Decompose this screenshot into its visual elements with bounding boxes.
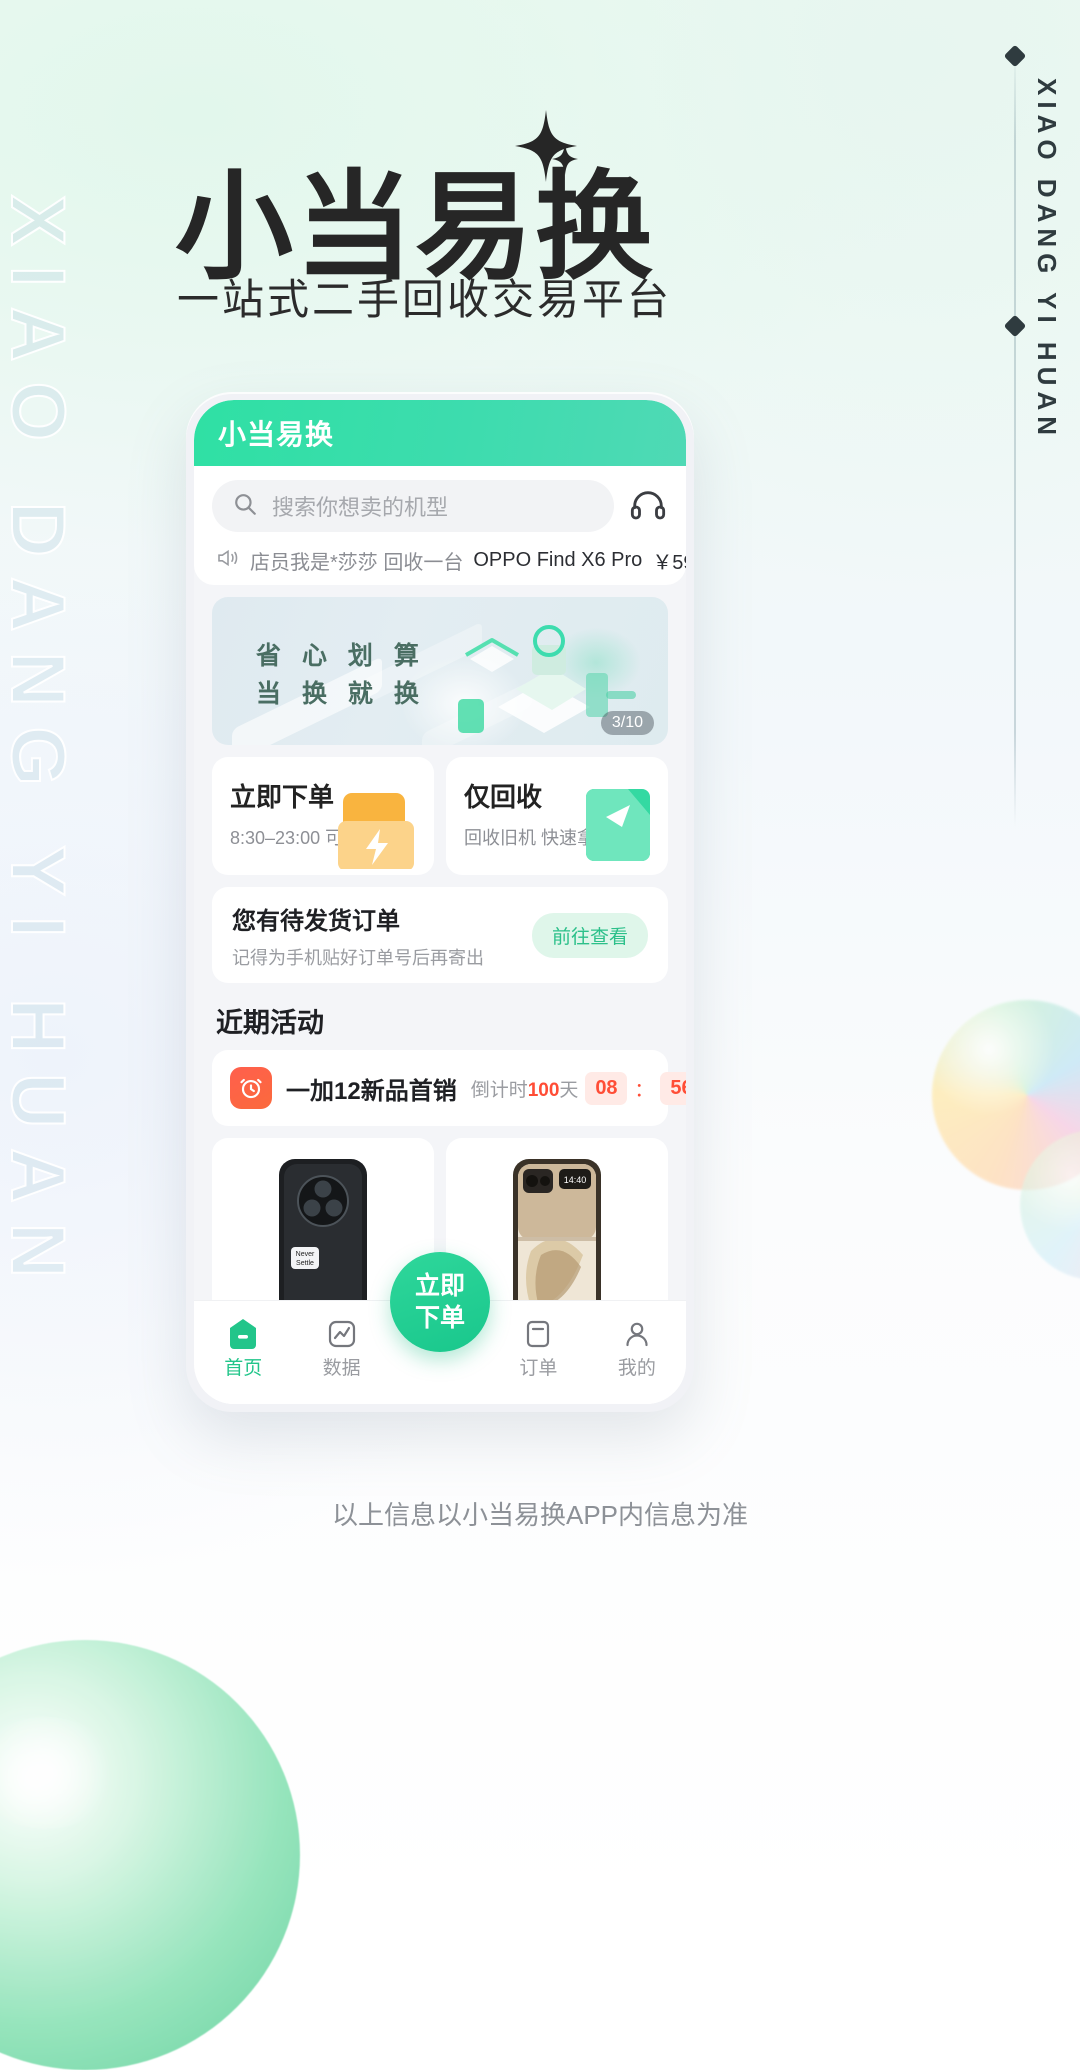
tab-label: 首页 xyxy=(224,1358,263,1379)
home-tag-icon xyxy=(194,1315,292,1353)
user-icon xyxy=(588,1315,686,1353)
footer-note: 以上信息以小当易换APP内信息为准 xyxy=(331,1500,749,1530)
pending-order-card[interactable]: 您有待发货订单 记得为手机贴好订单号后再寄出 前往查看 xyxy=(212,887,668,983)
pending-order-title: 您有待发货订单 xyxy=(232,907,400,935)
order-icon xyxy=(489,1315,587,1353)
watermark-text: XIAO DANG YI HUAN xyxy=(0,194,81,1299)
announcement-price: ￥5999 xyxy=(652,552,686,574)
fab-line-2: 下单 xyxy=(414,1304,465,1332)
search-icon xyxy=(232,491,258,522)
fab-line-1: 立即 xyxy=(414,1272,465,1300)
banner-pager: 3/10 xyxy=(600,711,654,735)
go-view-button[interactable]: 前往查看 xyxy=(531,912,648,958)
announcement-bar[interactable]: 店员我是*莎莎 回收一台 OPPO Find X6 Pro ￥5999 xyxy=(212,546,686,575)
chart-icon xyxy=(292,1315,390,1353)
countdown-minutes: 56 xyxy=(660,1071,686,1105)
svg-text:Never: Never xyxy=(296,1251,315,1258)
phone-mockup: 小当易换 搜索你想卖的机型 店员我是*莎莎 回收一台 OPPO Find X6 … xyxy=(186,392,694,1412)
search-placeholder: 搜索你想卖的机型 xyxy=(272,495,449,520)
alarm-clock-icon xyxy=(230,1067,272,1109)
tab-profile[interactable]: 我的 xyxy=(588,1315,686,1380)
tab-home[interactable]: 首页 xyxy=(194,1315,292,1380)
app-brand: 小当易换 xyxy=(218,419,335,450)
banner-line-1: 省 心 划 算 xyxy=(256,642,426,670)
page-subtitle: 一站式二手回收交易平台 xyxy=(177,276,673,323)
app-screen: 小当易换 搜索你想卖的机型 店员我是*莎莎 回收一台 OPPO Find X6 … xyxy=(194,400,686,1404)
countdown-sep: ： xyxy=(634,1079,654,1101)
megaphone-icon xyxy=(216,548,240,574)
recycle-phone-icon xyxy=(586,789,650,861)
promo-banner[interactable]: 省 心 划 算 当 换 就 换 3/10 xyxy=(212,597,668,745)
pending-order-text: 您有待发货订单 记得为手机贴好订单号后再寄出 xyxy=(232,901,484,970)
tab-orders[interactable]: 订单 xyxy=(489,1315,587,1380)
entry-card-order[interactable]: 立即下单 8:30–23:00 可下单 xyxy=(212,757,434,875)
pending-order-desc: 记得为手机贴好订单号后再寄出 xyxy=(232,947,484,968)
sparkle-small-icon xyxy=(552,143,578,175)
search-row: 搜索你想卖的机型 xyxy=(212,480,668,532)
banner-line-2: 当 换 就 换 xyxy=(256,680,426,708)
svg-text:14:40: 14:40 xyxy=(564,1175,587,1185)
right-divider xyxy=(1014,46,1016,826)
announcement-text: 店员我是*莎莎 回收一台 xyxy=(250,552,464,574)
tab-label: 订单 xyxy=(519,1358,558,1379)
place-order-fab[interactable]: 立即 下单 xyxy=(390,1252,490,1352)
order-box-icon xyxy=(338,793,414,869)
banner-text: 省 心 划 算 当 换 就 换 xyxy=(256,637,426,713)
tab-label: 我的 xyxy=(617,1358,656,1379)
countdown: 倒计时100天 08 ： 56 ： 28 xyxy=(470,1071,686,1105)
app-header: 小当易换 xyxy=(194,400,686,466)
countdown-label: 倒计时100天 xyxy=(470,1079,579,1101)
search-input[interactable]: 搜索你想卖的机型 xyxy=(212,480,614,532)
svg-text:Settle: Settle xyxy=(296,1260,314,1267)
tab-label: 数据 xyxy=(322,1358,361,1379)
countdown-hours: 08 xyxy=(585,1071,628,1105)
tab-data[interactable]: 数据 xyxy=(292,1315,390,1380)
section-title-activities: 近期活动 xyxy=(216,1008,324,1038)
countdown-days: 100 xyxy=(527,1079,560,1101)
activity-name: 一加12新品首销 xyxy=(286,1077,457,1105)
entry-card-row: 立即下单 8:30–23:00 可下单 仅回收 回收旧机 快速拿钱 xyxy=(212,757,668,875)
side-brand-label: XIAO DANG YI HUAN xyxy=(1032,78,1062,441)
announcement-model: OPPO Find X6 Pro xyxy=(473,549,643,571)
entry-card-recycle[interactable]: 仅回收 回收旧机 快速拿钱 xyxy=(446,757,668,875)
headset-icon[interactable] xyxy=(628,486,668,526)
activity-row[interactable]: 一加12新品首销 倒计时100天 08 ： 56 ： 28 xyxy=(212,1050,686,1126)
app-top-bar: 搜索你想卖的机型 店员我是*莎莎 回收一台 OPPO Find X6 Pro ￥… xyxy=(194,466,686,585)
